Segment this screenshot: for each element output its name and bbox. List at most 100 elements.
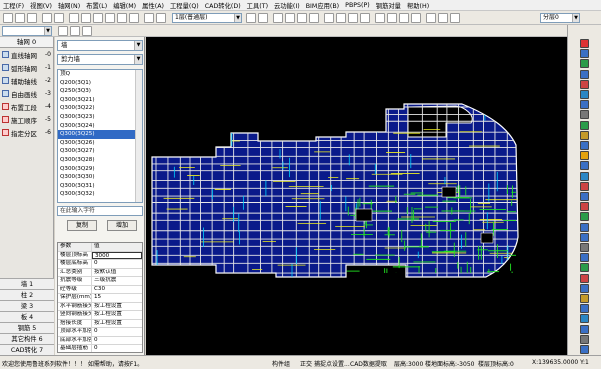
zoom-all-icon[interactable] xyxy=(348,13,358,23)
component-tab[interactable]: 钢筋 5 xyxy=(0,322,54,333)
align-icon[interactable] xyxy=(580,222,589,232)
select-icon[interactable] xyxy=(69,13,79,23)
menu-item[interactable]: 云功能(I) xyxy=(274,1,300,10)
pin-icon[interactable] xyxy=(580,161,589,171)
menu-item[interactable]: 视图(V) xyxy=(30,1,52,10)
menu-item[interactable]: 属性(A) xyxy=(142,1,164,10)
list-item[interactable]: Q300(3Q27) xyxy=(58,147,142,156)
property-value[interactable]: 15 xyxy=(92,294,142,302)
close-icon[interactable] xyxy=(580,39,589,48)
scale-icon[interactable] xyxy=(580,283,589,293)
property-value[interactable]: 0 xyxy=(92,337,142,345)
property-value[interactable]: 0 xyxy=(92,260,142,268)
table-icon[interactable] xyxy=(580,334,589,344)
menu-item[interactable]: 轴网(N) xyxy=(58,1,80,10)
category-select[interactable]: 墙 ▼ xyxy=(57,40,143,51)
property-value[interactable]: 0 xyxy=(92,345,142,352)
component-tab[interactable]: 柱 2 xyxy=(0,289,54,300)
status-item-ortho[interactable]: 正交 xyxy=(300,359,312,368)
menu-item[interactable]: 钢筋对量 xyxy=(376,1,401,10)
calc-icon[interactable] xyxy=(273,13,283,23)
new-file-icon[interactable] xyxy=(3,13,13,23)
menu-item[interactable]: 工程(F) xyxy=(3,1,24,10)
measure-icon[interactable] xyxy=(375,13,385,23)
visibility-icon[interactable] xyxy=(580,100,589,110)
layer-icon[interactable] xyxy=(580,59,589,69)
break-icon[interactable] xyxy=(580,253,589,263)
property-row[interactable]: 楼层底标高 0 xyxy=(58,260,142,269)
property-row[interactable]: 保护层(mm) 15 xyxy=(58,294,142,303)
list-item[interactable]: Q300(3Q22) xyxy=(58,104,142,113)
settings-icon[interactable] xyxy=(580,345,589,354)
list-item[interactable]: Q200(3Q1) xyxy=(58,79,142,88)
component-tab[interactable]: 梁 3 xyxy=(0,300,54,311)
list-item[interactable]: Q300(3Q32) xyxy=(58,190,142,199)
delete-icon[interactable] xyxy=(129,13,139,23)
property-row[interactable]: 基础层插筋 0 xyxy=(58,345,142,352)
zoom-out-icon[interactable] xyxy=(336,13,346,23)
list-item[interactable]: Q300(3Q26) xyxy=(58,139,142,148)
property-row[interactable]: 顶部水平加强 0 xyxy=(58,328,142,337)
list-item[interactable]: Q300(3Q24) xyxy=(58,122,142,131)
check-icon[interactable] xyxy=(387,13,397,23)
subcategory-select[interactable]: 剪力墙 ▼ xyxy=(57,54,143,65)
redo-icon[interactable] xyxy=(54,13,64,23)
3d-view-icon[interactable] xyxy=(297,13,307,23)
plan-view-icon[interactable] xyxy=(309,13,319,23)
property-row[interactable]: 楼层顶标高 3000 xyxy=(58,251,142,260)
status-item-group[interactable]: 构件组 xyxy=(272,359,290,368)
add-button[interactable]: 增加 xyxy=(107,220,137,231)
property-row[interactable]: 水平钢筋接头 按工程设置 xyxy=(58,302,142,311)
floor-up-icon[interactable] xyxy=(246,13,256,23)
component-tab[interactable]: 其它构件 6 xyxy=(0,333,54,344)
tool-item[interactable]: 自由画线 -3 xyxy=(0,87,53,100)
copy-icon[interactable] xyxy=(580,192,589,201)
mirror-icon[interactable] xyxy=(105,13,115,23)
tool-item[interactable]: 布置工段 -4 xyxy=(0,100,53,113)
bim-icon[interactable] xyxy=(438,13,448,23)
pick-icon[interactable] xyxy=(58,26,68,36)
drawing-canvas[interactable] xyxy=(146,37,567,355)
search-input[interactable]: 在此输入字符 xyxy=(57,206,143,216)
property-value[interactable]: 按工程设置 xyxy=(92,320,142,328)
rotate-icon[interactable] xyxy=(117,13,127,23)
text-icon[interactable] xyxy=(580,314,589,324)
property-row[interactable]: 汇总类别 按默认值 xyxy=(58,268,142,277)
property-row[interactable]: 底部水平加强 0 xyxy=(58,336,142,345)
list-item[interactable]: Q300(3Q28) xyxy=(58,156,142,165)
dimension-icon[interactable] xyxy=(580,324,589,334)
save-icon[interactable] xyxy=(27,13,37,23)
tool-item[interactable]: 直线轴网 -0 xyxy=(0,48,53,61)
property-value[interactable]: 按工程设置 xyxy=(92,303,142,311)
property-row[interactable]: 抗震等级 三级抗震 xyxy=(58,277,142,286)
property-value[interactable]: 0 xyxy=(92,328,142,336)
check-icon[interactable] xyxy=(580,141,589,150)
hide-icon[interactable] xyxy=(580,79,589,89)
list-item[interactable]: Q300(3Q31) xyxy=(58,182,142,191)
tool-item[interactable]: 指定分区 -6 xyxy=(0,126,53,139)
component-list[interactable]: 顶Q Q200(3Q1) Q250(3Q3) Q300(3Q21) Q300(3Q22)… xyxy=(57,69,143,203)
display-icon[interactable] xyxy=(580,69,589,79)
floor-select[interactable]: 1层(普通层) ▼ xyxy=(172,13,242,23)
component-tab[interactable]: 板 4 xyxy=(0,311,54,322)
menu-item[interactable]: 帮助(H) xyxy=(407,1,429,10)
property-value[interactable]: 3000 xyxy=(92,251,142,259)
tool-item[interactable]: 辅助轴线 -2 xyxy=(0,74,53,87)
list-item[interactable]: Q300(3Q23) xyxy=(58,113,142,122)
menu-item[interactable]: CAD转化(D) xyxy=(205,1,241,10)
open-file-icon[interactable] xyxy=(15,13,25,23)
tool-item[interactable]: 施工顺序 -5 xyxy=(0,113,53,126)
menu-item[interactable]: PBPS(P) xyxy=(345,2,370,9)
rotate-icon[interactable] xyxy=(580,212,589,222)
measure-icon[interactable] xyxy=(580,130,589,140)
menu-item[interactable]: 工程量(Q) xyxy=(170,1,199,10)
component-tab[interactable]: 墙 1 xyxy=(0,278,54,289)
list-item[interactable]: Q250(3Q3) xyxy=(58,87,142,96)
snap-icon[interactable] xyxy=(580,120,589,130)
list-item[interactable]: Q300(3Q30) xyxy=(58,173,142,182)
property-row[interactable]: 搭接长度 按工程设置 xyxy=(58,319,142,328)
view-select[interactable]: 分层0 ▼ xyxy=(540,13,580,23)
trim-icon[interactable] xyxy=(580,232,589,242)
zoom-in-icon[interactable] xyxy=(324,13,334,23)
pen-icon[interactable] xyxy=(580,304,589,314)
